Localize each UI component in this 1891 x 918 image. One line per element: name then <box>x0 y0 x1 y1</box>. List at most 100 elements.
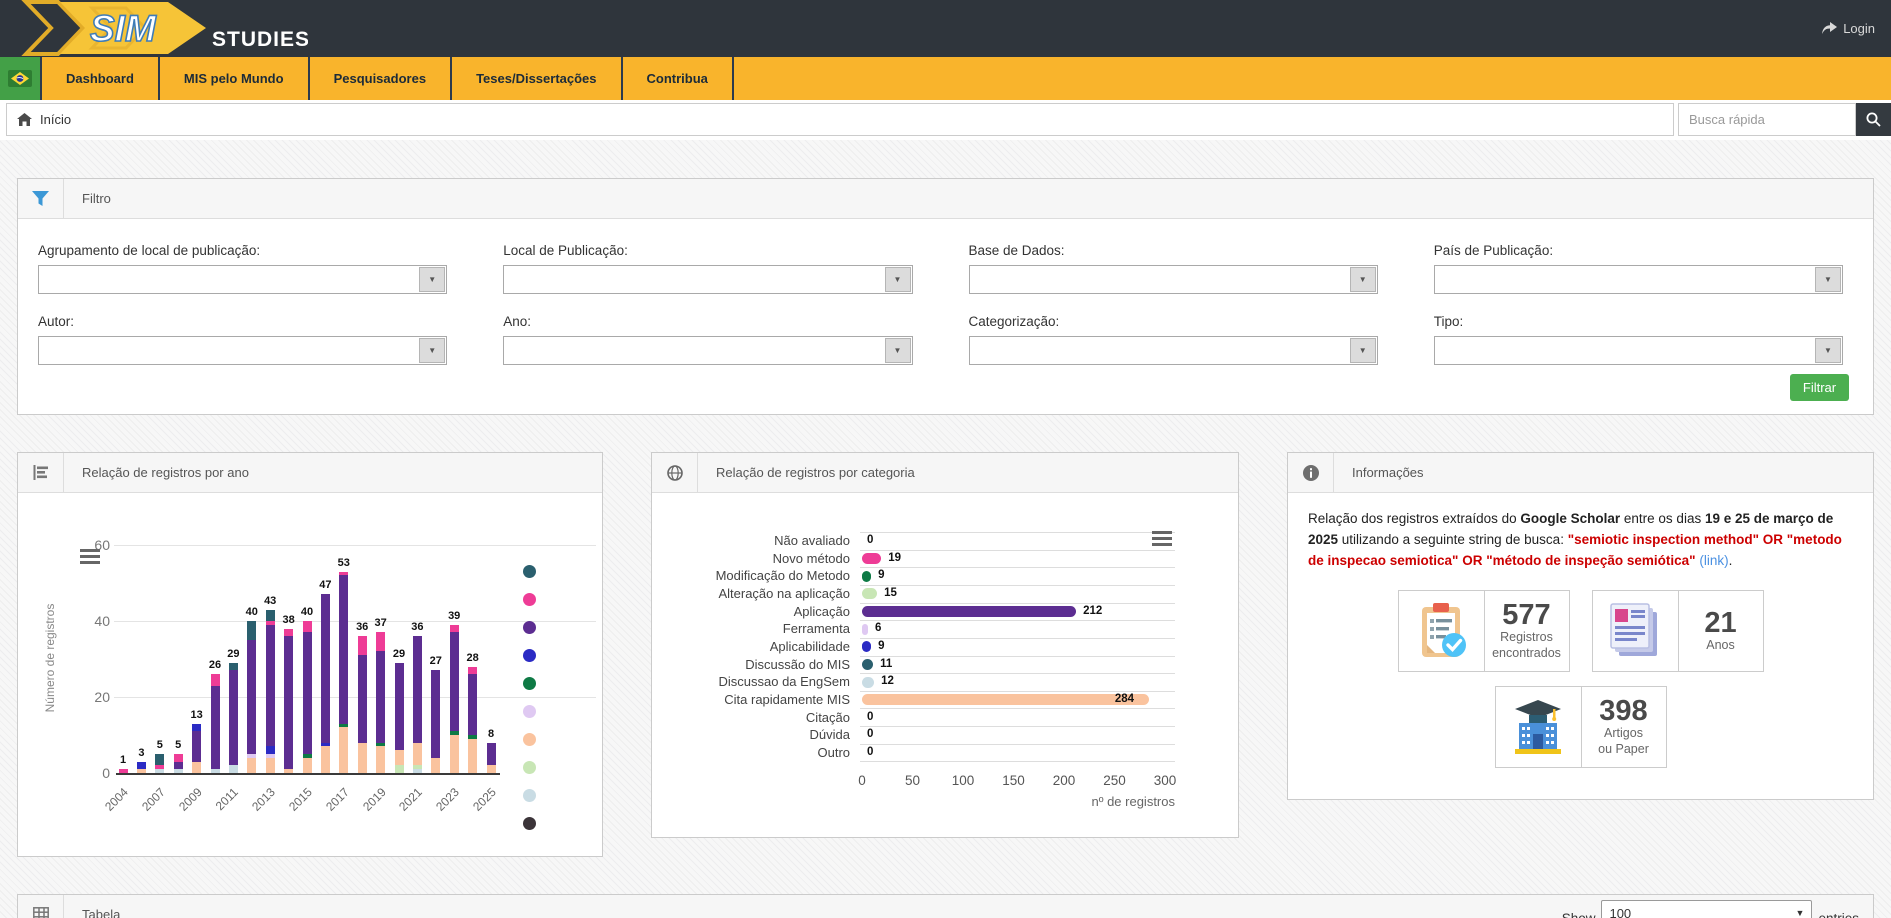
category-label: Não avaliado <box>652 533 850 548</box>
category-label: Novo método <box>652 551 850 566</box>
info-link[interactable]: (link) <box>1699 553 1728 568</box>
search-button[interactable] <box>1856 103 1891 136</box>
filter-field-label: Tipo: <box>1434 314 1843 329</box>
login-button[interactable]: Login <box>1822 0 1875 57</box>
category-label: Cita rapidamente MIS <box>652 692 850 707</box>
filter-field-label: Base de Dados: <box>969 243 1378 258</box>
row-gridline <box>860 567 1175 568</box>
row-gridline-top <box>860 532 1175 533</box>
stat-value: 398 <box>1599 696 1647 726</box>
category-chart-header: Relação de registros por categoria <box>652 453 1238 493</box>
bar-segment <box>174 762 183 770</box>
nav-tab-dashboard[interactable]: Dashboard <box>42 57 158 100</box>
nav-tab-teses-disserta-es[interactable]: Teses/Dissertações <box>452 57 620 100</box>
legend-dot-blue <box>523 649 536 662</box>
category-bar <box>862 624 868 635</box>
x-axis-label: nº de registros <box>1072 794 1175 809</box>
university-icon <box>1496 687 1582 767</box>
filter-field-0: Agrupamento de local de publicação:▼ <box>38 243 447 294</box>
category-bar <box>862 606 1076 617</box>
legend-dot-pink <box>523 593 536 606</box>
dropdown-arrow-icon[interactable]: ▼ <box>419 338 445 363</box>
bar-segment <box>358 636 367 655</box>
stat-label: Anos <box>1706 638 1735 654</box>
info-text-part: Google Scholar <box>1520 511 1620 526</box>
dropdown-arrow-icon[interactable]: ▼ <box>885 267 911 292</box>
bar-segment <box>450 632 459 731</box>
dropdown-arrow-icon[interactable]: ▼ <box>1350 267 1376 292</box>
category-value: 12 <box>881 675 894 687</box>
menu-bar <box>1152 531 1172 534</box>
info-panel: Informações Relação dos registros extraí… <box>1287 452 1874 800</box>
page-size-select[interactable]: 100 ▼ <box>1601 900 1812 918</box>
category-bar <box>862 588 877 599</box>
category-label: Citação <box>652 710 850 725</box>
menu-bar <box>1152 543 1172 546</box>
category-label: Discussão do MIS <box>652 657 850 672</box>
filter-select-6[interactable]: ▼ <box>969 336 1378 365</box>
bar-segment <box>303 632 312 754</box>
filter-select-7[interactable]: ▼ <box>1434 336 1843 365</box>
bar-2007 <box>155 754 164 773</box>
breadcrumb-row: Início <box>0 100 1891 140</box>
x-tick-50: 50 <box>896 773 930 788</box>
info-icon <box>1303 465 1319 481</box>
filter-select-5[interactable]: ▼ <box>503 336 912 365</box>
bar-segment <box>137 769 146 773</box>
filter-select-0[interactable]: ▼ <box>38 265 447 294</box>
home-icon <box>17 113 32 127</box>
category-label: Outro <box>652 745 850 760</box>
dropdown-arrow-icon[interactable]: ▼ <box>1815 267 1841 292</box>
search-input[interactable] <box>1678 103 1856 136</box>
bar-segment <box>468 667 477 675</box>
bar-segment <box>229 663 238 671</box>
bar-2010 <box>211 674 220 773</box>
dropdown-arrow-icon[interactable]: ▼ <box>1815 338 1841 363</box>
filter-submit-button[interactable]: Filtrar <box>1790 374 1849 401</box>
dropdown-arrow-icon[interactable]: ▼ <box>419 267 445 292</box>
bar-segment <box>266 625 275 747</box>
category-bar <box>862 677 874 688</box>
nav-brazil-flag[interactable] <box>0 57 40 100</box>
bar-2016 <box>321 594 330 773</box>
category-value: 0 <box>867 711 873 723</box>
bar-value-2008: 5 <box>163 739 193 751</box>
app-logo: SIM STUDIES <box>18 0 308 62</box>
search-icon <box>1866 112 1881 127</box>
info-text-part: . <box>1729 553 1733 568</box>
filter-field-2: Base de Dados: ▼ <box>969 243 1378 294</box>
filter-select-1[interactable]: ▼ <box>503 265 912 294</box>
bar-value-2020: 29 <box>384 648 414 660</box>
globe-icon <box>667 465 683 481</box>
chart-menu-icon[interactable] <box>80 549 100 567</box>
chart-menu-icon[interactable] <box>1152 531 1172 549</box>
stat-value: 21 <box>1704 608 1736 638</box>
bar-segment <box>413 636 422 742</box>
bar-value-2023: 39 <box>439 610 469 622</box>
filter-select-4[interactable]: ▼ <box>38 336 447 365</box>
nav-tab-pesquisadores[interactable]: Pesquisadores <box>310 57 451 100</box>
bar-segment <box>395 750 404 765</box>
row-gridline <box>860 585 1175 586</box>
info-icon-cell <box>1288 453 1334 492</box>
bar-segment <box>450 735 459 773</box>
nav-tab-contribua[interactable]: Contribua <box>623 57 732 100</box>
dropdown-arrow-icon[interactable]: ▼ <box>885 338 911 363</box>
filter-select-2[interactable]: ▼ <box>969 265 1378 294</box>
bar-segment <box>192 731 201 761</box>
breadcrumb[interactable]: Início <box>6 103 1674 136</box>
chevron-down-icon: ▼ <box>1796 908 1805 918</box>
page-content: Filtro Agrupamento de local de publicaçã… <box>0 140 1891 918</box>
nav-tab-mis-pelo-mundo[interactable]: MIS pelo Mundo <box>160 57 308 100</box>
dropdown-arrow-icon[interactable]: ▼ <box>1350 338 1376 363</box>
bar-segment <box>468 739 477 773</box>
row-gridline <box>860 620 1175 621</box>
filter-field-5: Ano:▼ <box>503 314 912 365</box>
filter-select-3[interactable]: ▼ <box>1434 265 1843 294</box>
category-label: Dúvida <box>652 727 850 742</box>
bar-segment <box>155 754 164 765</box>
row-gridline <box>860 761 1175 762</box>
bar-value-2013: 43 <box>255 595 285 607</box>
bar-segment <box>339 727 348 773</box>
bar-segment <box>247 640 256 754</box>
